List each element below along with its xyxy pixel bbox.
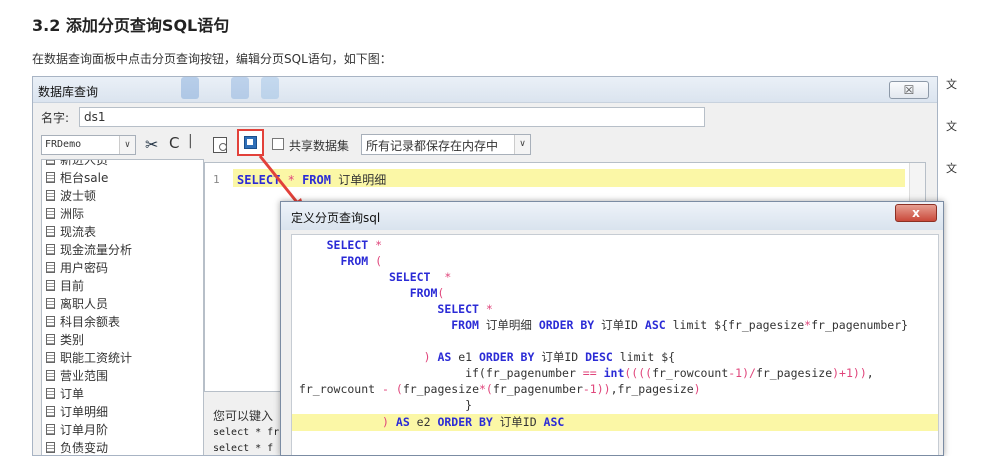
blurred-toolbar-icon (261, 77, 279, 99)
table-name: 营业范围 (60, 369, 109, 383)
share-dataset-label: 共享数据集 (289, 139, 350, 153)
paging-dialog-titlebar: 定义分页查询sql x (281, 202, 943, 230)
table-icon (46, 298, 55, 309)
sql-line: FROM 订单明细 ORDER BY 订单ID ASC limit ${fr_p… (451, 318, 909, 332)
table-list-item[interactable]: 订单明细 (42, 403, 203, 421)
table-list-item[interactable]: 营业范围 (42, 367, 203, 385)
toolbar-separator: | (188, 133, 193, 149)
paging-dialog-close-button[interactable]: x (895, 204, 937, 222)
table-icon (46, 172, 55, 183)
table-list-item[interactable]: 类别 (42, 331, 203, 349)
query-toolbar: FRDemo ∨ ✂ C | 共享数据集 所有记录都保存在内存中 ∨ (41, 129, 937, 157)
table-list-item[interactable]: 现金流量分析 (42, 241, 203, 259)
sql-line: ) AS e1 ORDER BY 订单ID DESC limit ${ (423, 350, 676, 364)
preview-icon[interactable] (213, 137, 227, 153)
table-list-item[interactable]: 目前 (42, 277, 203, 295)
name-label: 名字: (41, 111, 70, 125)
table-name: 洲际 (60, 207, 85, 221)
table-list-item[interactable]: 洲际 (42, 205, 203, 223)
blurred-toolbar-icon (231, 77, 249, 99)
datasource-value: FRDemo (45, 139, 82, 150)
table-list-item[interactable]: 波士顿 (42, 187, 203, 205)
dialog-close-button[interactable]: ☒ (889, 81, 929, 99)
table-list-item[interactable]: 负债变动 (42, 439, 203, 455)
line-number: 1 (213, 173, 220, 186)
refresh-icon[interactable]: C (169, 134, 179, 152)
table-icon (46, 406, 55, 417)
paging-query-icon (244, 136, 257, 149)
hint-text: 您可以键入 (213, 409, 274, 423)
table-icon (46, 424, 55, 435)
table-icon (46, 388, 55, 399)
table-list-item[interactable]: 离职人员 (42, 295, 203, 313)
table-icon (46, 334, 55, 345)
dialog-title: 数据库查询 (38, 85, 99, 99)
storage-mode-select[interactable]: 所有记录都保存在内存中 ∨ (361, 134, 531, 155)
table-name: 类别 (60, 333, 85, 347)
cropped-edge-text: 文文文 (946, 78, 957, 175)
sql-line: FROM ( (340, 254, 383, 268)
table-icon (46, 316, 55, 327)
dialog-titlebar: 数据库查询 ☒ (33, 77, 937, 103)
table-icon (46, 280, 55, 291)
scissors-icon[interactable]: ✂ (145, 135, 158, 154)
table-name: 订单 (60, 387, 85, 401)
paging-sql-dialog: 定义分页查询sql x SELECT * FROM ( SELECT * FRO… (280, 201, 944, 456)
table-name: 订单月阶 (60, 423, 109, 437)
table-list-item[interactable]: 订单月阶 (42, 421, 203, 439)
table-name: 现金流量分析 (60, 243, 133, 257)
table-list-item[interactable]: 现流表 (42, 223, 203, 241)
table-icon (46, 370, 55, 381)
table-name: 科目余额表 (60, 315, 121, 329)
table-name: 柜台sale (60, 171, 109, 185)
table-list-item[interactable]: 科目余额表 (42, 313, 203, 331)
sql-line: ) AS e2 ORDER BY 订单ID ASC (292, 414, 938, 431)
paging-dialog-title: 定义分页查询sql (291, 211, 381, 225)
table-icon (46, 262, 55, 273)
table-list: 新进人员柜台sale 波士顿洲际现流表现金流量分析 用户密码目前离职人员科目余额表类… (41, 159, 204, 455)
paging-query-button[interactable] (237, 129, 264, 156)
editor-sql-line: SELECT * FROM 订单明细 (233, 169, 905, 187)
table-list-item[interactable]: 新进人员 (42, 159, 203, 169)
table-list-item[interactable]: 职能工资统计 (42, 349, 203, 367)
table-name: 目前 (60, 279, 85, 293)
table-list-item[interactable]: 柜台sale (42, 169, 203, 187)
section-heading: 3.2 添加分页查询SQL语句 (32, 16, 230, 35)
table-name: 现流表 (60, 225, 97, 239)
sql-line: SELECT * (326, 238, 383, 252)
datasource-select[interactable]: FRDemo ∨ (41, 135, 136, 155)
blurred-toolbar-icon (181, 77, 199, 99)
name-input[interactable]: ds1 (79, 107, 705, 127)
table-icon (46, 442, 55, 453)
share-dataset-checkbox[interactable] (272, 138, 284, 150)
dropdown-arrow-icon: ∨ (119, 136, 135, 154)
table-icon (46, 226, 55, 237)
intro-text: 在数据查询面板中点击分页查询按钮，编辑分页SQL语句，如下图： (32, 52, 392, 66)
table-icon (46, 244, 55, 255)
paging-sql-editor[interactable]: SELECT * FROM ( SELECT * FROM( SELECT * … (291, 234, 939, 455)
table-name: 波士顿 (60, 189, 97, 203)
dropdown-arrow-icon: ∨ (514, 135, 530, 154)
table-icon (46, 208, 55, 219)
table-name: 离职人员 (60, 297, 109, 311)
table-name: 新进人员 (60, 159, 109, 167)
sql-line: SELECT * (437, 302, 493, 316)
table-name: 职能工资统计 (60, 351, 133, 365)
table-list-item[interactable]: 订单 (42, 385, 203, 403)
sql-line: FROM( (409, 286, 445, 300)
table-name: 负债变动 (60, 441, 109, 455)
hint-code-1: select * fr (213, 427, 280, 438)
sql-line: if(fr_pagenumber == int((((fr_rowcount-1… (292, 366, 874, 380)
table-name: 用户密码 (60, 261, 109, 275)
sql-line: } (292, 398, 473, 412)
table-name: 订单明细 (60, 405, 109, 419)
sql-line: fr_rowcount - (fr_pagesize*(fr_pagenumbe… (292, 382, 701, 396)
hint-code-2: select * f (213, 443, 274, 454)
table-list-item[interactable]: 用户密码 (42, 259, 203, 277)
storage-mode-value: 所有记录都保存在内存中 (366, 139, 499, 153)
sql-line: SELECT * (388, 270, 452, 284)
table-icon (46, 190, 55, 201)
table-icon (46, 160, 55, 165)
table-icon (46, 352, 55, 363)
